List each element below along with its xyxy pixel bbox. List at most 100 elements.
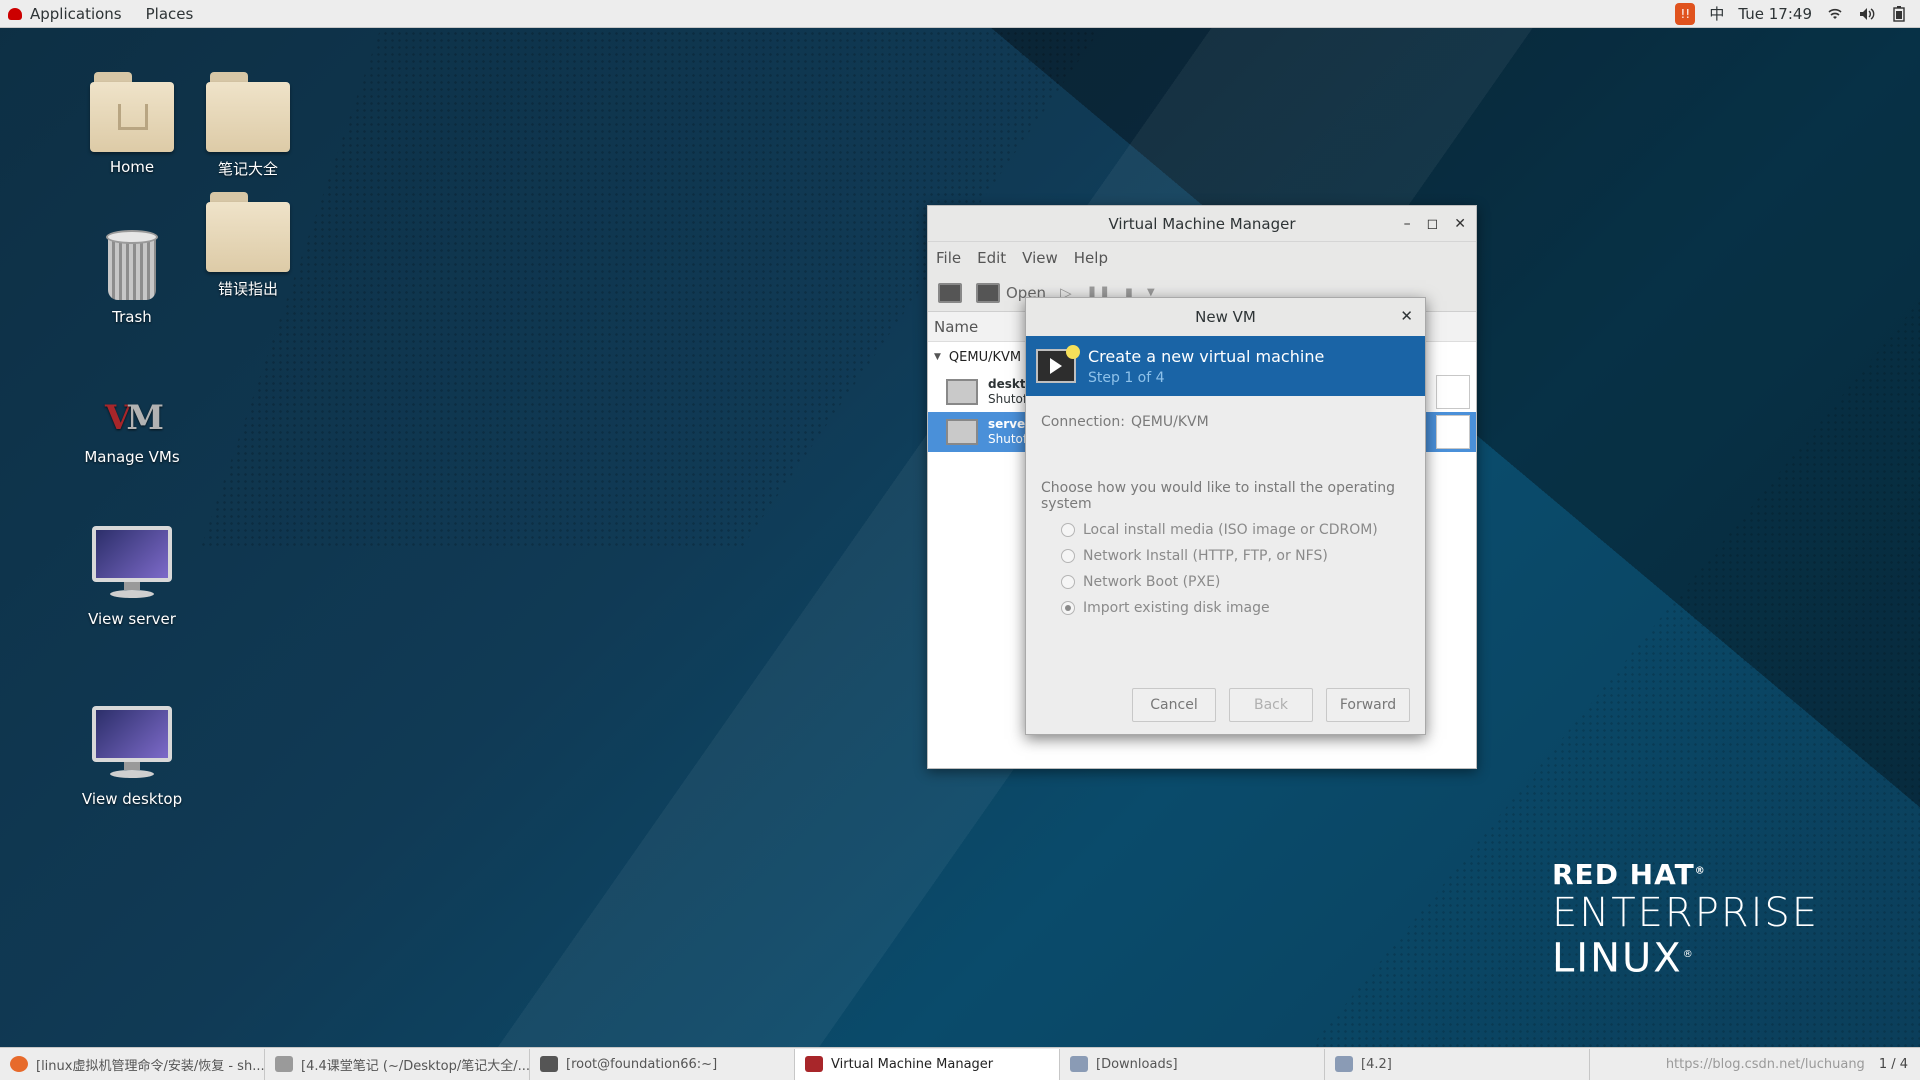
desktop-icon-manage-vms[interactable]: VM Manage VMs — [77, 376, 187, 466]
virt-manager-icon: VM — [104, 398, 164, 438]
monitor-icon — [90, 524, 174, 604]
desktop-icon-trash[interactable]: Trash — [77, 226, 187, 326]
radio-button[interactable] — [1061, 575, 1075, 589]
task-label: Virtual Machine Manager — [831, 1056, 994, 1072]
file-manager-icon — [1335, 1056, 1353, 1072]
desktop-icon-label: 笔记大全 — [217, 160, 278, 178]
places-menu[interactable]: Places — [146, 5, 194, 23]
brand-registered-mark: ® — [1682, 949, 1695, 960]
desktop-icon-notes[interactable]: 笔记大全 — [193, 72, 303, 179]
banner-title: Create a new virtual machine — [1088, 346, 1325, 366]
install-method-prompt: Choose how you would like to install the… — [1041, 480, 1396, 512]
radio-button[interactable] — [1061, 549, 1075, 563]
brand-line1: RED HAT — [1552, 858, 1695, 891]
firefox-icon — [10, 1056, 28, 1072]
alert-icon[interactable]: !! — [1675, 2, 1696, 25]
minimize-icon[interactable]: – — [1404, 216, 1411, 232]
brand-line3: LINUX — [1552, 935, 1683, 982]
task-terminal[interactable]: [root@foundation66:~] — [530, 1048, 795, 1080]
desktop-icon-view-desktop[interactable]: View desktop — [77, 704, 187, 808]
expander-icon[interactable]: ▼ — [934, 352, 941, 362]
vmm-titlebar[interactable]: Virtual Machine Manager – ◻ ✕ — [928, 206, 1476, 242]
task-folder[interactable]: [4.2] — [1325, 1048, 1590, 1080]
task-label: [linux虚拟机管理命令/安装/恢复 - sh... — [36, 1058, 265, 1074]
top-panel: Applications Places !! 中 Tue 17:49 — [0, 0, 1920, 28]
dialog-titlebar[interactable]: New VM ✕ — [1026, 298, 1425, 336]
brand-registered-mark: ® — [1694, 865, 1706, 877]
banner-step: Step 1 of 4 — [1088, 369, 1165, 386]
dialog-buttons: Cancel Back Forward — [1132, 688, 1410, 722]
dialog-title: New VM — [1195, 308, 1256, 326]
new-vm-icon[interactable] — [938, 282, 962, 303]
menu-help[interactable]: Help — [1074, 249, 1108, 267]
desktop-icon-view-server[interactable]: View server — [77, 524, 187, 628]
desktop-icon-errors[interactable]: 错误指出 — [193, 192, 303, 299]
wifi-icon[interactable] — [1826, 5, 1844, 23]
cpu-usage-cell — [1436, 415, 1470, 449]
connection-group-label: QEMU/KVM — [948, 349, 1022, 365]
vmm-title: Virtual Machine Manager — [1108, 214, 1296, 233]
new-vm-dialog: New VM ✕ Create a new virtual machine St… — [1025, 297, 1426, 735]
dialog-banner: Create a new virtual machine Step 1 of 4 — [1026, 336, 1425, 396]
task-label: [root@foundation66:~] — [566, 1056, 718, 1072]
task-label: [4.2] — [1361, 1056, 1392, 1072]
menu-edit[interactable]: Edit — [977, 249, 1006, 267]
option-local-media[interactable]: Local install media (ISO image or CDROM) — [1061, 522, 1425, 538]
terminal-icon — [540, 1056, 558, 1072]
folder-icon — [206, 192, 290, 272]
vm-icon — [946, 379, 978, 405]
option-network-install[interactable]: Network Install (HTTP, FTP, or NFS) — [1061, 548, 1425, 564]
menu-file[interactable]: File — [936, 249, 961, 267]
window-controls: – ◻ ✕ — [1404, 206, 1466, 242]
monitor-icon — [90, 704, 174, 784]
virt-manager-icon — [805, 1056, 823, 1072]
file-manager-icon — [1070, 1056, 1088, 1072]
input-method-indicator[interactable]: 中 — [1709, 3, 1724, 24]
window-list-panel: [linux虚拟机管理命令/安装/恢复 - sh... [4.4课堂笔记 (~/… — [0, 1047, 1920, 1080]
vm-icon — [946, 419, 978, 445]
home-folder-icon — [90, 72, 174, 152]
task-browser[interactable]: [linux虚拟机管理命令/安装/恢复 - sh... — [0, 1048, 265, 1080]
workspace-indicator[interactable]: 1 / 4 — [1879, 1057, 1908, 1072]
desktop-icon-label: View server — [88, 610, 176, 628]
desktop-icon-label: 错误指出 — [217, 280, 278, 298]
redhat-brand-logo: RED HAT® ENTERPRISE LINUX® — [1552, 858, 1819, 978]
option-label: Local install media (ISO image or CDROM) — [1083, 522, 1378, 538]
option-network-boot[interactable]: Network Boot (PXE) — [1061, 574, 1425, 590]
task-vmm[interactable]: Virtual Machine Manager — [795, 1048, 1060, 1080]
battery-icon[interactable] — [1890, 5, 1908, 23]
forward-button[interactable]: Forward — [1326, 688, 1410, 722]
radio-button[interactable] — [1061, 523, 1075, 537]
option-label: Network Boot (PXE) — [1083, 574, 1221, 590]
menu-view[interactable]: View — [1022, 249, 1058, 267]
option-label: Network Install (HTTP, FTP, or NFS) — [1083, 548, 1328, 564]
task-downloads[interactable]: [Downloads] — [1060, 1048, 1325, 1080]
radio-button-selected[interactable] — [1061, 601, 1075, 615]
desktop-icon-home[interactable]: Home — [77, 72, 187, 176]
watermark-text: https://blog.csdn.net/luchuang — [1665, 1056, 1865, 1072]
open-monitor-icon[interactable] — [976, 282, 1000, 303]
option-import-disk[interactable]: Import existing disk image — [1061, 600, 1425, 616]
connection-label: Connection: — [1041, 414, 1125, 430]
close-icon[interactable]: ✕ — [1400, 307, 1413, 325]
trash-icon — [102, 226, 162, 302]
taskbar-right: https://blog.csdn.net/luchuang 1 / 4 — [1666, 1057, 1920, 1072]
folder-icon — [206, 72, 290, 152]
option-label: Import existing disk image — [1083, 600, 1270, 616]
volume-icon[interactable] — [1858, 5, 1876, 23]
vmm-menubar: File Edit View Help — [928, 242, 1476, 274]
brand-line2: ENTERPRISE — [1552, 890, 1820, 936]
clock[interactable]: Tue 17:49 — [1738, 5, 1812, 23]
connection-value: QEMU/KVM — [1130, 414, 1209, 430]
close-icon[interactable]: ✕ — [1454, 216, 1466, 232]
task-label: [Downloads] — [1096, 1056, 1178, 1072]
redhat-icon — [8, 7, 22, 20]
text-editor-icon — [275, 1056, 293, 1072]
applications-menu[interactable]: Applications — [30, 5, 122, 23]
panel-status: !! 中 Tue 17:49 — [1675, 2, 1920, 25]
maximize-icon[interactable]: ◻ — [1427, 216, 1439, 232]
cancel-button[interactable]: Cancel — [1132, 688, 1216, 722]
desktop-icon-label: Home — [109, 158, 155, 176]
task-editor[interactable]: [4.4课堂笔记 (~/Desktop/笔记大全/... — [265, 1048, 530, 1080]
back-button[interactable]: Back — [1229, 688, 1313, 722]
